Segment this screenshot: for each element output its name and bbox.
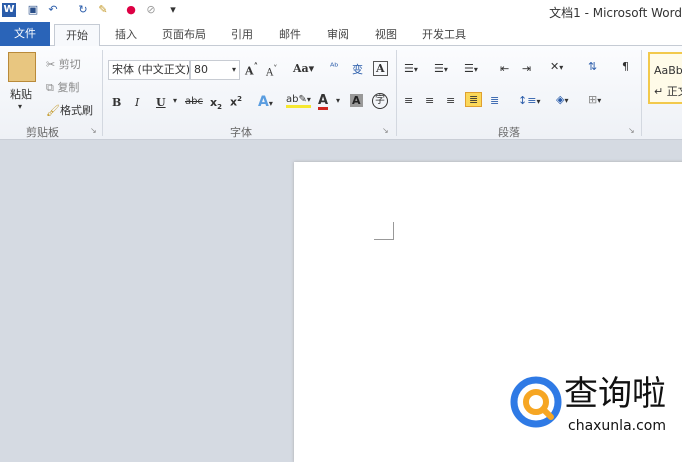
tab-page-layout[interactable]: 页面布局 <box>154 24 214 46</box>
copy-button[interactable]: ⧉ 复制 <box>46 79 79 95</box>
cut-button[interactable]: ✂ 剪切 <box>46 56 81 72</box>
align-left-icon[interactable]: ≡ <box>404 94 413 107</box>
ribbon-tabs: 开始 插入 页面布局 引用 邮件 审阅 视图 开发工具 <box>0 22 682 47</box>
chevron-down-icon[interactable]: ▾ <box>336 96 340 105</box>
window-title: 文档1 - Microsoft Word <box>549 6 682 20</box>
clipboard-launcher-icon[interactable]: ↘ <box>90 126 97 135</box>
tab-insert[interactable]: 插入 <box>104 24 148 46</box>
increase-indent-icon[interactable]: ⇥ <box>522 62 531 75</box>
justify-icon[interactable]: ≣ <box>465 92 483 107</box>
divider <box>641 50 642 136</box>
format-painter-icon[interactable]: ✎ <box>96 3 110 17</box>
watermark-url: chaxunla.com <box>568 418 666 434</box>
style-preview: AaBbCcDc <box>654 64 682 77</box>
strikethrough-icon[interactable]: abc <box>185 96 203 107</box>
tab-mailings[interactable]: 邮件 <box>270 24 310 46</box>
tab-view[interactable]: 视图 <box>366 24 406 46</box>
font-size-value: 80 <box>194 63 208 76</box>
chevron-down-icon: ▾ <box>231 65 236 74</box>
paste-button[interactable]: 粘贴 <box>10 86 32 102</box>
format-painter-button[interactable]: 🖌格式刷 <box>46 102 93 118</box>
line-spacing-icon[interactable]: ↕≡▾ <box>518 94 540 107</box>
subscript-icon[interactable]: x2 <box>210 96 222 111</box>
distributed-icon[interactable]: ≣ <box>490 94 499 107</box>
tab-file[interactable]: 文件 <box>0 22 50 46</box>
font-size-select[interactable]: 80 ▾ <box>190 60 240 80</box>
paragraph-group-label: 段落 <box>498 126 520 139</box>
change-case-icon[interactable]: Aa▾ <box>293 62 314 75</box>
tab-review[interactable]: 审阅 <box>318 24 358 46</box>
decrease-indent-icon[interactable]: ⇤ <box>500 62 509 75</box>
chevron-down-icon[interactable]: ▾ <box>173 96 177 105</box>
shading-icon[interactable]: ◈▾ <box>556 93 568 106</box>
character-border-icon[interactable]: A <box>373 61 388 76</box>
bold-icon[interactable]: B <box>112 96 121 109</box>
save-icon[interactable]: ▣ <box>26 3 40 17</box>
eraser-icon[interactable]: ⊘ <box>144 3 158 17</box>
style-normal[interactable]: AaBbCcDc ↵ 正文 <box>648 52 682 104</box>
sort-icon[interactable]: ⇅ <box>588 60 597 73</box>
superscript-icon[interactable]: x2 <box>230 95 242 109</box>
show-marks-icon[interactable]: ¶ <box>622 60 629 73</box>
brush-icon: 🖌 <box>46 104 60 117</box>
grow-font-icon[interactable]: A˄ <box>245 62 258 78</box>
align-center-icon[interactable]: ≡ <box>425 94 434 107</box>
watermark-logo: 查询啦 chaxunla.com <box>508 374 682 444</box>
paste-icon[interactable] <box>8 52 36 82</box>
customize-icon[interactable]: ▾ <box>166 3 180 17</box>
highlight-icon[interactable]: ab✎▾ <box>286 94 311 108</box>
color-icon[interactable]: ● <box>124 3 138 17</box>
character-shading-icon[interactable]: A <box>350 94 363 107</box>
tab-home[interactable]: 开始 <box>54 24 100 47</box>
italic-icon[interactable]: I <box>135 96 139 109</box>
font-name-select[interactable]: 宋体 (中文正文) <box>108 60 190 80</box>
margin-corner-mark <box>374 222 394 240</box>
shrink-font-icon[interactable]: A˅ <box>266 63 277 78</box>
font-launcher-icon[interactable]: ↘ <box>382 126 389 135</box>
tab-references[interactable]: 引用 <box>222 24 262 46</box>
divider <box>396 50 397 136</box>
clear-format-icon[interactable]: ᴬᵇ <box>330 62 339 73</box>
chinese-layout-icon[interactable]: ✕▾ <box>550 60 563 73</box>
paste-dropdown-icon[interactable]: ▾ <box>18 102 22 111</box>
watermark-brand: 查询啦 <box>564 374 666 414</box>
text-effects-icon[interactable]: A▾ <box>258 94 273 110</box>
copy-icon: ⧉ <box>46 81 58 94</box>
word-logo-icon[interactable]: W <box>2 3 16 17</box>
font-group-label: 字体 <box>230 126 252 139</box>
enclose-characters-icon[interactable]: 字 <box>372 93 388 109</box>
undo-icon[interactable]: ↶ <box>46 3 60 17</box>
copy-label: 复制 <box>57 81 80 94</box>
borders-icon[interactable]: ⊞▾ <box>588 93 601 106</box>
format-painter-label: 格式刷 <box>59 104 93 117</box>
align-right-icon[interactable]: ≡ <box>446 94 455 107</box>
divider <box>102 50 103 136</box>
scissors-icon: ✂ <box>46 58 59 71</box>
numbering-icon[interactable]: ☰▾ <box>434 62 448 75</box>
cut-label: 剪切 <box>58 58 81 71</box>
magnifier-logo-icon <box>510 376 562 428</box>
font-name-value: 宋体 (中文正文) <box>112 63 190 76</box>
bullets-icon[interactable]: ☰▾ <box>404 62 418 75</box>
ribbon: 粘贴 ▾ ✂ 剪切 ⧉ 复制 🖌格式刷 剪贴板 ↘ 宋体 (中文正文) 80 ▾ … <box>0 46 682 140</box>
title-bar: W ▣ ↶ ↻ ✎ ● ⊘ ▾ 文档1 - Microsoft Word <box>0 0 682 22</box>
clipboard-group-label: 剪贴板 <box>26 126 59 139</box>
redo-icon[interactable]: ↻ <box>76 3 90 17</box>
tab-developer[interactable]: 开发工具 <box>414 24 474 46</box>
style-name: ↵ 正文 <box>654 85 682 98</box>
font-color-icon[interactable]: A <box>318 94 329 110</box>
underline-icon[interactable]: U <box>156 96 166 109</box>
multilevel-list-icon[interactable]: ☰▾ <box>464 62 478 75</box>
paragraph-launcher-icon[interactable]: ↘ <box>628 126 635 135</box>
phonetic-guide-icon[interactable]: 变 <box>352 61 363 77</box>
